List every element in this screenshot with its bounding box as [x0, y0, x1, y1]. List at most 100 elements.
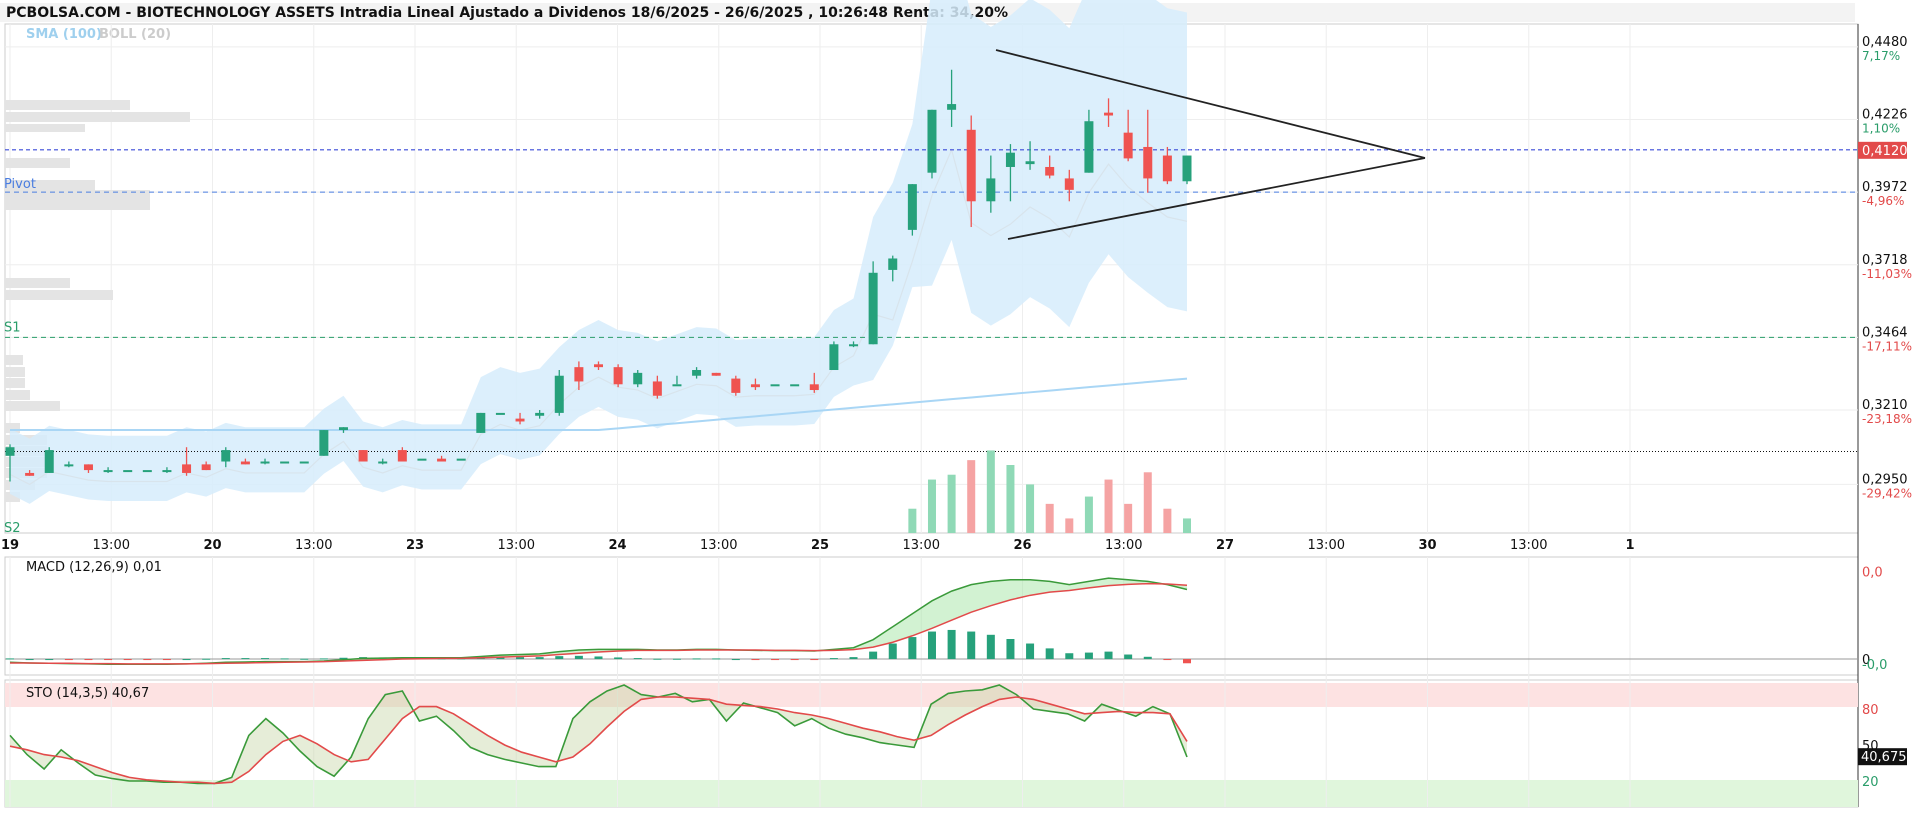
y-tick-label: 0,3464: [1862, 325, 1908, 340]
x-tick-label: 24: [608, 538, 626, 553]
macd-histogram-bar: [1104, 651, 1113, 660]
volume-bar: [1124, 503, 1133, 533]
y-tick-label: 0,4480: [1862, 35, 1908, 50]
candle: [770, 384, 780, 387]
y-tick-pct: -23,18%: [1862, 412, 1912, 426]
stock-chart: PCBOLSA.COM - BIOTECHNOLOGY ASSETS Intra…: [0, 0, 1912, 808]
x-tick-label: 26: [1013, 538, 1031, 553]
sto-current-label: 40,675: [1861, 750, 1907, 765]
macd-histogram-bar: [202, 658, 211, 660]
macd-histogram-bar: [829, 658, 838, 660]
macd-histogram-bar: [751, 659, 760, 661]
macd-histogram-bar: [614, 657, 623, 660]
macd-histogram-bar: [104, 659, 113, 661]
x-tick-label: 13:00: [93, 538, 130, 553]
y-tick-label: 0,4226: [1862, 108, 1908, 123]
volume-bar: [967, 460, 976, 533]
macd-histogram-bar: [1065, 653, 1074, 660]
y-tick-pct: 1,10%: [1862, 122, 1900, 136]
candle: [44, 447, 54, 473]
macd-histogram-bar: [888, 643, 897, 660]
candle: [123, 470, 133, 473]
candle: [907, 184, 917, 236]
pivot-label: Pivot: [4, 177, 36, 192]
candle: [280, 461, 290, 464]
candle: [319, 430, 329, 456]
chart-title: PCBOLSA.COM - BIOTECHNOLOGY ASSETS Intra…: [6, 5, 1008, 21]
x-tick-label: 13:00: [903, 538, 940, 553]
candle: [299, 461, 309, 464]
macd-label: MACD (12,26,9): [26, 560, 129, 575]
volume-bar: [986, 450, 995, 533]
macd-histogram-bar: [535, 657, 544, 660]
x-tick-label: 30: [1418, 538, 1436, 553]
volume-bar: [1163, 508, 1172, 533]
candle: [731, 375, 741, 396]
macd-histogram-bar: [1084, 652, 1093, 660]
y-tick-label: 0,2950: [1862, 472, 1908, 487]
macd-histogram-bar: [64, 659, 73, 661]
candle: [927, 109, 937, 179]
candle: [476, 412, 486, 433]
candle: [456, 458, 466, 461]
candle: [711, 372, 721, 376]
macd-histogram-bar: [1163, 659, 1172, 661]
macd-histogram-bar: [241, 658, 250, 660]
s1-label: S1: [4, 320, 21, 335]
macd-histogram-bar: [927, 631, 936, 660]
x-tick-label: 1: [1625, 538, 1634, 553]
y-tick-label: 0,3718: [1862, 253, 1908, 268]
sto-label: STO (14,3,5): [26, 686, 108, 701]
macd-histogram-bar: [45, 659, 54, 661]
boll-label: BOLL (20): [99, 27, 171, 42]
volume-bar: [908, 508, 917, 533]
macd-histogram-bar: [672, 658, 681, 660]
candle: [495, 412, 505, 415]
macd-histogram-bar: [712, 658, 721, 660]
macd-histogram-bar: [1124, 654, 1133, 660]
macd-histogram-bar: [731, 659, 740, 661]
candle: [613, 364, 623, 388]
candle: [554, 370, 564, 416]
sto-y-tick: 20: [1862, 775, 1879, 790]
x-tick-label: 13:00: [498, 538, 535, 553]
candle: [142, 470, 152, 473]
macd-histogram-bar: [261, 658, 270, 660]
macd-histogram-bar: [692, 658, 701, 660]
y-tick-label: 0,3210: [1862, 398, 1908, 413]
macd-histogram-bar: [653, 658, 662, 660]
macd-histogram-bar: [280, 658, 289, 660]
volume-bar: [1006, 465, 1015, 533]
x-tick-label: 25: [811, 538, 829, 553]
volume-bar: [1143, 472, 1152, 533]
macd-histogram-bar: [1143, 656, 1152, 660]
macd-y-tick: -0,0: [1862, 658, 1887, 673]
y-tick-pct: 7,17%: [1862, 49, 1900, 63]
volume-bar: [1183, 518, 1191, 533]
macd-histogram-bar: [947, 629, 956, 660]
candle: [358, 450, 368, 462]
volume-bar: [1026, 484, 1035, 533]
x-tick-label: 13:00: [1105, 538, 1142, 553]
macd-y-tick: 0,0: [1862, 566, 1883, 581]
candle: [829, 341, 839, 371]
x-tick-label: 13:00: [700, 538, 737, 553]
macd-histogram-bar: [25, 659, 34, 661]
macd-histogram-bar: [221, 658, 230, 660]
macd-histogram-bar: [1006, 639, 1015, 660]
macd-histogram-bar: [986, 634, 995, 660]
macd-histogram-bar: [516, 657, 525, 660]
last-price-label: 0,4120: [1862, 144, 1908, 159]
volume-bar: [1084, 496, 1093, 533]
macd-histogram-bar: [84, 659, 93, 661]
s2-label: S2: [4, 521, 21, 536]
macd-histogram-bar: [810, 659, 819, 661]
volume-bar: [1104, 479, 1113, 533]
macd-histogram-bar: [6, 658, 14, 660]
macd-histogram-bar: [908, 637, 917, 660]
y-tick-pct: -17,11%: [1862, 339, 1912, 353]
macd-histogram-bar: [1045, 648, 1054, 660]
y-tick-pct: -29,42%: [1862, 486, 1912, 500]
macd-histogram-bar: [143, 659, 152, 661]
x-tick-label: 19: [1, 538, 19, 553]
